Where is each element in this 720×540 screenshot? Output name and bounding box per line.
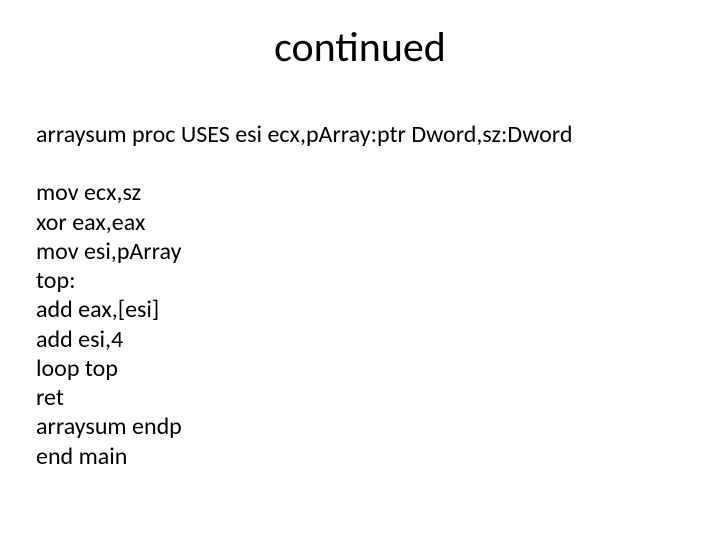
code-line: ret [36,383,684,412]
code-line: xor eax,eax [36,208,684,237]
slide-title: continued [0,22,720,73]
code-line: arraysum endp [36,412,684,441]
code-line: end main [36,442,684,471]
code-line: mov esi,pArray [36,237,684,266]
slide-body: arraysum proc USES esi ecx,pArray:ptr Dw… [36,120,684,471]
code-line: loop top [36,354,684,383]
code-line: add esi,4 [36,325,684,354]
proc-declaration: arraysum proc USES esi ecx,pArray:ptr Dw… [36,120,684,149]
slide: continued arraysum proc USES esi ecx,pAr… [0,0,720,540]
code-line: mov ecx,sz [36,178,684,207]
code-line: add eax,[esi] [36,295,684,324]
code-line: top: [36,266,684,295]
blank-line [36,149,684,178]
